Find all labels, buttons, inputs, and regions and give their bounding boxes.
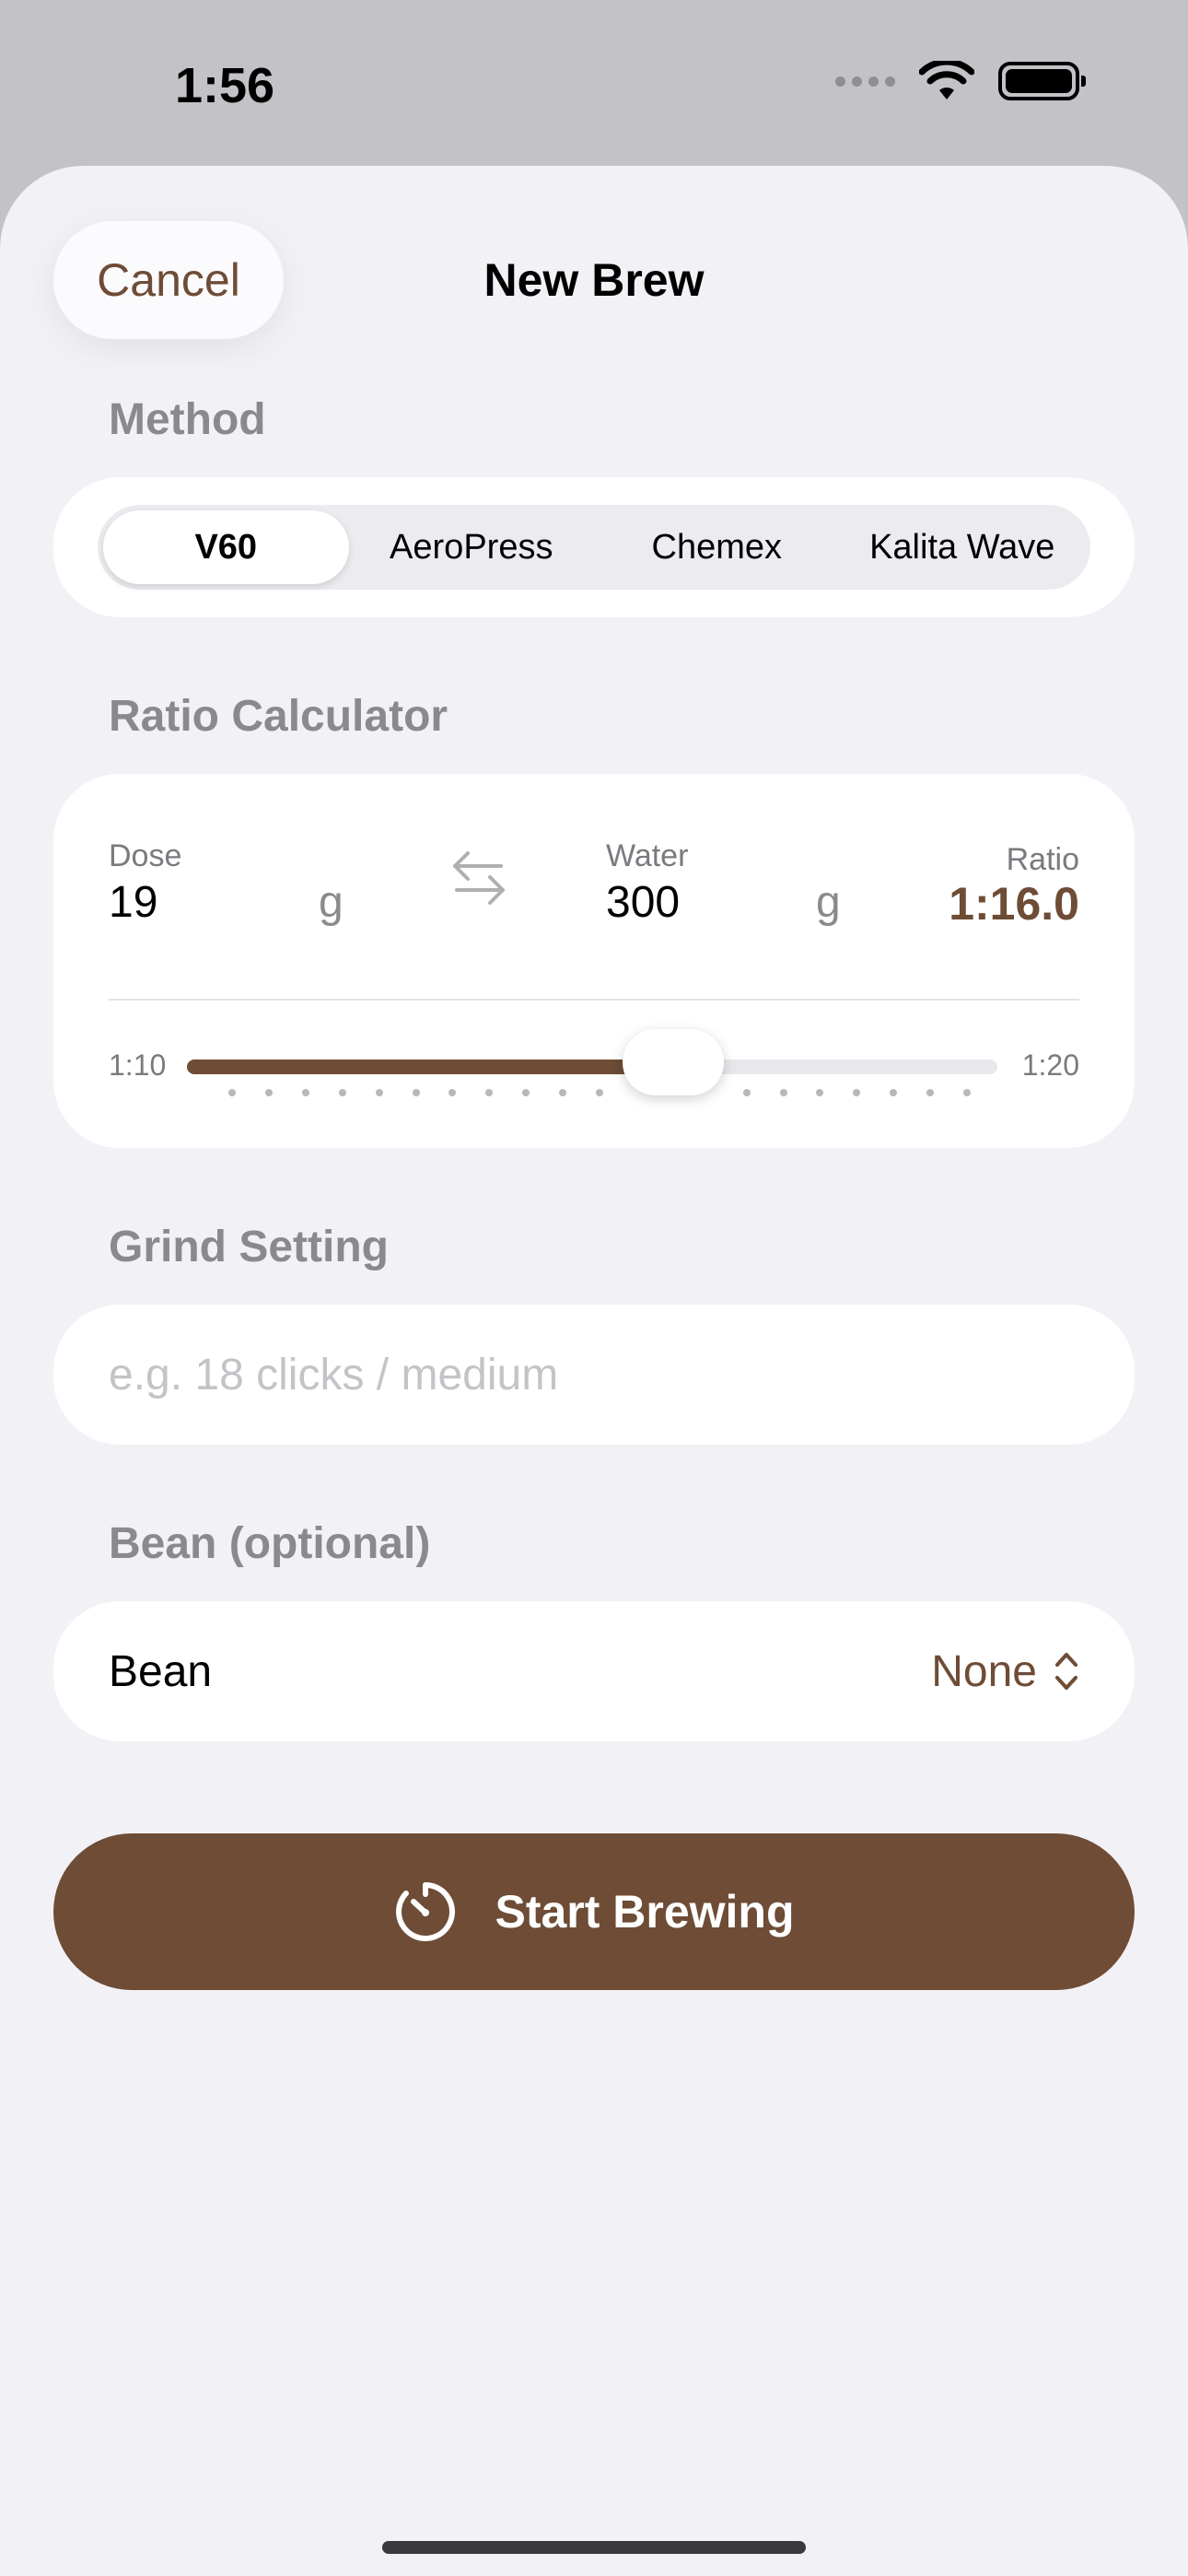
timer-icon xyxy=(396,1882,456,1941)
slider-max-label: 1:20 xyxy=(1021,1048,1079,1082)
slider-tick xyxy=(338,1089,346,1096)
slider-tick xyxy=(742,1089,751,1096)
water-input[interactable]: 300 xyxy=(606,877,680,928)
slider-tick xyxy=(963,1089,971,1096)
slider-tick xyxy=(890,1089,898,1096)
page-title: New Brew xyxy=(483,254,705,306)
method-option-v60[interactable]: V60 xyxy=(103,510,349,584)
slider-tick xyxy=(926,1089,935,1096)
slider-tick xyxy=(816,1089,824,1096)
method-segmented-control: V60 AeroPress Chemex Kalita Wave xyxy=(98,505,1090,590)
slider-tick xyxy=(301,1089,309,1096)
method-option-kalita-wave[interactable]: Kalita Wave xyxy=(840,510,1086,584)
ratio-slider-ticks xyxy=(228,1089,971,1098)
wifi-icon xyxy=(919,61,974,100)
ratio-slider[interactable] xyxy=(187,1029,997,1095)
bean-picker-row[interactable]: Bean None xyxy=(53,1601,1135,1741)
slider-tick xyxy=(853,1089,861,1096)
ratio-label: Ratio xyxy=(1006,842,1079,877)
status-bar: 1:56 xyxy=(0,0,1188,166)
bean-picker[interactable]: None xyxy=(931,1646,1079,1697)
ratio-value: 1:16.0 xyxy=(949,878,1079,930)
slider-tick xyxy=(485,1089,494,1096)
slider-tick xyxy=(264,1089,273,1096)
divider xyxy=(109,999,1079,1001)
dose-unit: g xyxy=(319,878,344,927)
cellular-signal-icon xyxy=(835,76,895,87)
slider-tick xyxy=(559,1089,567,1096)
grind-section-label: Grind Setting xyxy=(109,1223,389,1271)
bean-row-label: Bean xyxy=(109,1646,213,1696)
ratio-slider-fill xyxy=(187,1060,673,1074)
dose-input[interactable]: 19 xyxy=(109,877,157,928)
slider-tick xyxy=(779,1089,787,1096)
ratio-calculator-card: Dose 19 g Water 300 g Ratio 1:16.0 1:10 … xyxy=(53,774,1135,1148)
new-brew-sheet: Cancel New Brew Method V60 AeroPress Che… xyxy=(0,166,1188,2576)
status-time: 1:56 xyxy=(175,58,275,113)
status-icons xyxy=(835,61,1086,101)
water-label: Water xyxy=(606,838,689,873)
ratio-slider-thumb[interactable] xyxy=(623,1029,724,1095)
bean-section-label: Bean (optional) xyxy=(109,1519,431,1568)
start-brewing-button[interactable]: Start Brewing xyxy=(53,1833,1135,1990)
slider-tick xyxy=(522,1089,530,1096)
bean-selected-value: None xyxy=(931,1646,1037,1696)
slider-tick xyxy=(375,1089,383,1096)
slider-tick xyxy=(412,1089,420,1096)
battery-icon xyxy=(998,62,1086,100)
slider-tick xyxy=(228,1089,236,1096)
swap-arrows-icon[interactable] xyxy=(451,848,507,907)
method-option-chemex[interactable]: Chemex xyxy=(594,510,840,584)
home-indicator xyxy=(382,2541,806,2554)
dose-label: Dose xyxy=(109,838,182,873)
method-card: V60 AeroPress Chemex Kalita Wave xyxy=(53,477,1135,617)
grind-setting-field[interactable]: e.g. 18 clicks / medium xyxy=(53,1305,1135,1445)
water-unit: g xyxy=(816,878,841,927)
slider-min-label: 1:10 xyxy=(109,1048,167,1082)
method-section-label: Method xyxy=(109,395,266,444)
method-option-aeropress[interactable]: AeroPress xyxy=(349,510,595,584)
ratio-section-label: Ratio Calculator xyxy=(109,692,448,741)
start-brewing-label: Start Brewing xyxy=(495,1886,795,1938)
slider-tick xyxy=(596,1089,603,1096)
chevron-up-down-icon xyxy=(1055,1653,1077,1690)
slider-tick xyxy=(448,1089,457,1096)
